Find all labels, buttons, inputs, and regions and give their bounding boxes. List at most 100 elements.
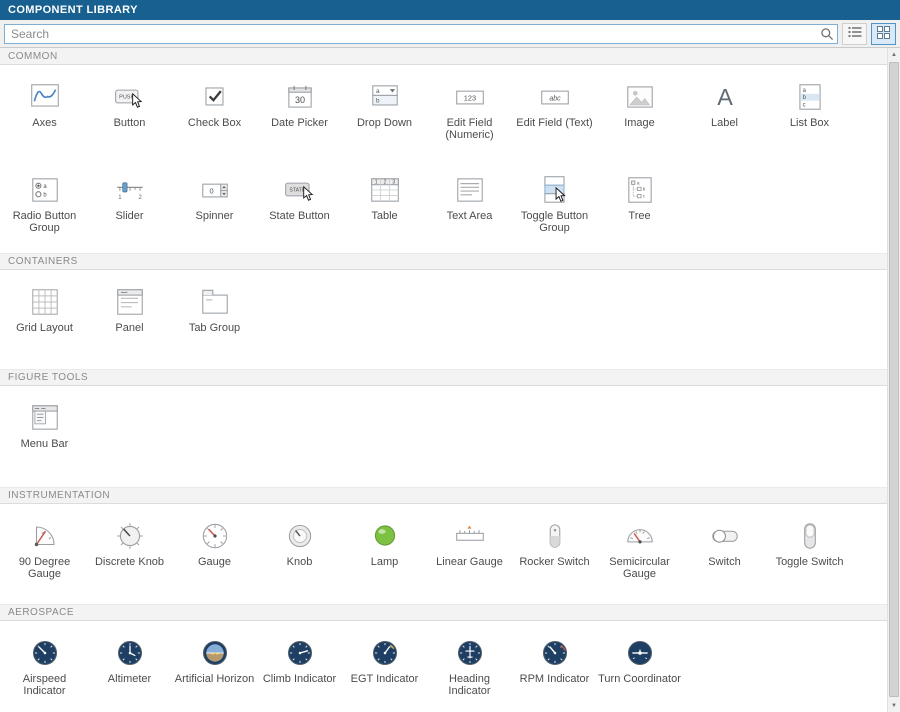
- svg-text:A: A: [717, 84, 733, 110]
- component-altimeter[interactable]: Altimeter: [87, 623, 172, 712]
- component-label: Date Picker: [271, 117, 328, 129]
- component-label: Toggle Switch: [776, 556, 844, 568]
- tree-icon: abc: [623, 172, 657, 208]
- axes-icon: [28, 79, 62, 115]
- section-title: AEROSPACE: [8, 607, 74, 618]
- component-check-box[interactable]: Check Box: [172, 67, 257, 160]
- component-semicircular-gauge[interactable]: Semicircular Gauge: [597, 506, 682, 604]
- component-library-content: COMMON AxesPUSHButton Check Box 30 Date Pick…: [0, 48, 887, 712]
- component-label: Edit Field (Numeric): [427, 117, 512, 141]
- component-label: Check Box: [188, 117, 241, 129]
- component-switch[interactable]: Switch: [682, 506, 767, 604]
- component-knob[interactable]: Knob: [257, 506, 342, 604]
- component-turn-coordinator[interactable]: Turn Coordinator: [597, 623, 682, 712]
- scrollbar-thumb[interactable]: [889, 62, 899, 697]
- scroll-up-button[interactable]: ▲: [888, 48, 900, 61]
- section-header-figure-tools[interactable]: FIGURE TOOLS: [0, 369, 887, 386]
- image-icon: [623, 79, 657, 115]
- component-airspeed-indicator[interactable]: Airspeed Indicator: [2, 623, 87, 712]
- component-text-area[interactable]: Text Area: [427, 160, 512, 253]
- text-area-icon: [453, 172, 487, 208]
- panel-title: COMPONENT LIBRARY: [8, 4, 138, 16]
- grid-view-icon: [877, 26, 890, 42]
- section-header-aerospace[interactable]: AEROSPACE: [0, 604, 887, 621]
- component-edit-field-text[interactable]: abcEdit Field (Text): [512, 67, 597, 160]
- component-label: Label: [711, 117, 738, 129]
- section-header-containers[interactable]: CONTAINERS: [0, 253, 887, 270]
- vertical-scrollbar[interactable]: ▲ ▼: [887, 48, 900, 712]
- component-label: EGT Indicator: [351, 673, 419, 685]
- component-rpm-indicator[interactable]: RPM Indicator: [512, 623, 597, 712]
- component-label: Artificial Horizon: [175, 673, 254, 685]
- component-button[interactable]: PUSHButton: [87, 67, 172, 160]
- component-label: Linear Gauge: [436, 556, 503, 568]
- menu-bar-icon: [28, 400, 62, 436]
- component-tab-group[interactable]: Tab Group: [172, 272, 257, 369]
- component-90-degree-gauge[interactable]: 90 Degree Gauge: [2, 506, 87, 604]
- component-menu-bar[interactable]: Menu Bar: [2, 388, 87, 487]
- component-artificial-horizon[interactable]: Artificial Horizon: [172, 623, 257, 712]
- component-linear-gauge[interactable]: Linear Gauge: [427, 506, 512, 604]
- component-tree[interactable]: abc Tree: [597, 160, 682, 253]
- check-box-icon: [198, 79, 232, 115]
- component-discrete-knob[interactable]: Discrete Knob: [87, 506, 172, 604]
- component-list-box[interactable]: abcList Box: [767, 67, 852, 160]
- airspeed-indicator-icon: [28, 635, 62, 671]
- component-lamp[interactable]: Lamp: [342, 506, 427, 604]
- section-header-common[interactable]: COMMON: [0, 48, 887, 65]
- component-edit-field-numeric[interactable]: 123Edit Field (Numeric): [427, 67, 512, 160]
- component-slider[interactable]: 12Slider: [87, 160, 172, 253]
- component-label: Edit Field (Text): [516, 117, 592, 129]
- list-view-icon: [848, 26, 862, 41]
- section-items: Airspeed IndicatorAltimeterArtificial Ho…: [0, 621, 887, 712]
- component-label: Lamp: [371, 556, 399, 568]
- grid-view-button[interactable]: [871, 23, 896, 45]
- svg-text:c: c: [802, 103, 805, 109]
- component-label: Gauge: [198, 556, 231, 568]
- search-input[interactable]: [4, 24, 838, 44]
- component-toggle-button-group[interactable]: Toggle Button Group: [512, 160, 597, 253]
- component-axes[interactable]: Axes: [2, 67, 87, 160]
- panel-icon: [113, 284, 147, 320]
- component-label: Spinner: [196, 210, 234, 222]
- component-heading-indicator[interactable]: Heading Indicator: [427, 623, 512, 712]
- section-title: COMMON: [8, 51, 58, 62]
- spinner-icon: 0: [198, 172, 232, 208]
- component-radio-button-group[interactable]: abRadio Button Group: [2, 160, 87, 253]
- component-label: Text Area: [447, 210, 493, 222]
- list-box-icon: abc: [793, 79, 827, 115]
- component-climb-indicator[interactable]: Climb Indicator: [257, 623, 342, 712]
- component-label[interactable]: A Label: [682, 67, 767, 160]
- section-figure-tools: FIGURE TOOLS Menu Bar: [0, 369, 887, 487]
- component-state-button[interactable]: STATEState Button: [257, 160, 342, 253]
- component-label: Climb Indicator: [263, 673, 336, 685]
- altimeter-icon: [113, 635, 147, 671]
- component-spinner[interactable]: 0 Spinner: [172, 160, 257, 253]
- table-icon: 123: [368, 172, 402, 208]
- search-field: [4, 24, 838, 44]
- component-label: Tree: [628, 210, 650, 222]
- section-header-instrumentation[interactable]: INSTRUMENTATION: [0, 487, 887, 504]
- svg-text:30: 30: [294, 95, 304, 105]
- component-grid-layout[interactable]: Grid Layout: [2, 272, 87, 369]
- component-date-picker[interactable]: 30 Date Picker: [257, 67, 342, 160]
- component-panel[interactable]: Panel: [87, 272, 172, 369]
- component-egt-indicator[interactable]: EGT Indicator: [342, 623, 427, 712]
- component-gauge[interactable]: Gauge: [172, 506, 257, 604]
- component-label: Panel: [115, 322, 143, 334]
- component-label: Grid Layout: [16, 322, 73, 334]
- section-title: FIGURE TOOLS: [8, 372, 88, 383]
- search-icon[interactable]: [820, 27, 834, 41]
- component-drop-down[interactable]: abDrop Down: [342, 67, 427, 160]
- scroll-down-button[interactable]: ▼: [888, 699, 900, 712]
- component-label: Tab Group: [189, 322, 240, 334]
- svg-text:2: 2: [138, 195, 141, 201]
- component-rocker-switch[interactable]: Rocker Switch: [512, 506, 597, 604]
- component-label: Slider: [115, 210, 143, 222]
- component-table[interactable]: 123Table: [342, 160, 427, 253]
- component-toggle-switch[interactable]: Toggle Switch: [767, 506, 852, 604]
- component-image[interactable]: Image: [597, 67, 682, 160]
- section-title: INSTRUMENTATION: [8, 490, 110, 501]
- lamp-icon: [368, 518, 402, 554]
- list-view-button[interactable]: [842, 23, 867, 45]
